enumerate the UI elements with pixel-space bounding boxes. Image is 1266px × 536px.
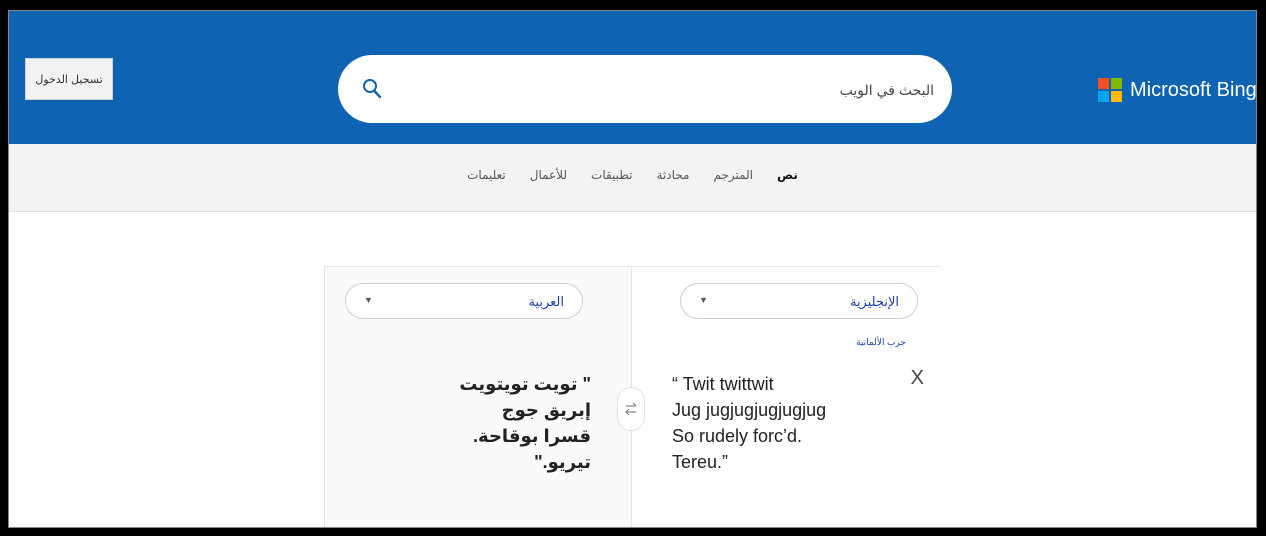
source-language-label: الإنجليزية bbox=[849, 294, 899, 309]
chevron-down-icon: ▼ bbox=[699, 295, 708, 305]
top-header: تسجيل الدخول Microsoft Bing bbox=[8, 10, 1257, 144]
source-line: Jug jugjugjugjugjug bbox=[672, 400, 827, 420]
nav-tab-help[interactable]: تعليمات bbox=[465, 168, 508, 182]
search-input[interactable] bbox=[452, 77, 936, 103]
source-line: “ Twit twittwit bbox=[672, 374, 774, 394]
source-pane: الإنجليزية ▼ جرب الألمانية X “ Twit twit… bbox=[631, 267, 940, 529]
translator-nav: نص المترجم محادثة تطبيقات للأعمال تعليما… bbox=[8, 144, 1257, 212]
source-line: So rudely forc’d. bbox=[672, 426, 803, 446]
microsoft-logo-icon bbox=[1098, 78, 1122, 102]
chevron-down-icon: ▼ bbox=[364, 295, 373, 305]
translated-line: " تويت تويتويت bbox=[459, 374, 591, 394]
sign-in-button[interactable]: تسجيل الدخول bbox=[25, 58, 113, 100]
brand-name: Microsoft Bing bbox=[1130, 78, 1257, 101]
nav-tab-text[interactable]: نص bbox=[775, 168, 800, 182]
source-line: Tereu.” bbox=[672, 452, 729, 472]
nav-tab-business[interactable]: للأعمال bbox=[528, 168, 569, 182]
nav-tab-apps[interactable]: تطبيقات bbox=[589, 168, 634, 182]
search-icon[interactable] bbox=[360, 77, 384, 101]
clear-text-button[interactable]: X bbox=[911, 367, 924, 390]
translator-card: العربية ▼ " تويت تويتويت إبريق جوج قسرا … bbox=[324, 266, 940, 529]
translated-line: إبريق جوج bbox=[501, 400, 591, 420]
brand-logo[interactable]: Microsoft Bing bbox=[1098, 70, 1257, 110]
swap-languages-button[interactable] bbox=[617, 387, 645, 431]
target-language-select[interactable]: العربية ▼ bbox=[345, 283, 583, 319]
target-language-label: العربية bbox=[528, 294, 564, 309]
try-language-link[interactable]: جرب الألمانية bbox=[856, 337, 906, 348]
translated-text: " تويت تويتويت إبريق جوج قسرا بوقاحة. تي… bbox=[371, 371, 591, 475]
source-language-select[interactable]: الإنجليزية ▼ bbox=[680, 283, 918, 319]
target-pane: العربية ▼ " تويت تويتويت إبريق جوج قسرا … bbox=[325, 267, 631, 529]
source-text-input[interactable]: “ Twit twittwit Jug jugjugjugjugjug So r… bbox=[672, 371, 902, 475]
nav-tab-conversation[interactable]: محادثة bbox=[654, 168, 691, 182]
translated-line: تيريو." bbox=[534, 452, 591, 472]
nav-tab-translator[interactable]: المترجم bbox=[711, 168, 755, 182]
search-box[interactable] bbox=[338, 55, 952, 123]
translated-line: قسرا بوقاحة. bbox=[473, 426, 591, 446]
swap-arrows-icon bbox=[625, 402, 637, 416]
